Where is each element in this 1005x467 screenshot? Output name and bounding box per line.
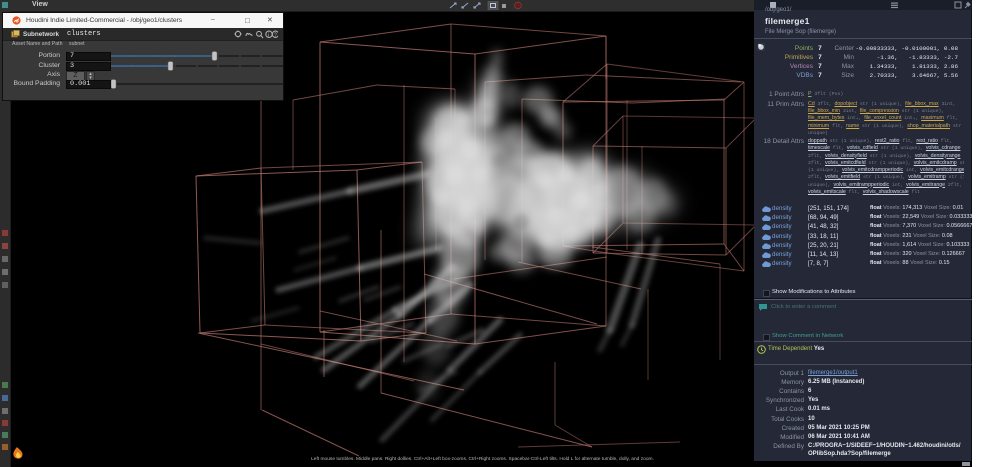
svg-text:?: ? [274, 33, 277, 39]
svg-text:i: i [268, 33, 269, 39]
